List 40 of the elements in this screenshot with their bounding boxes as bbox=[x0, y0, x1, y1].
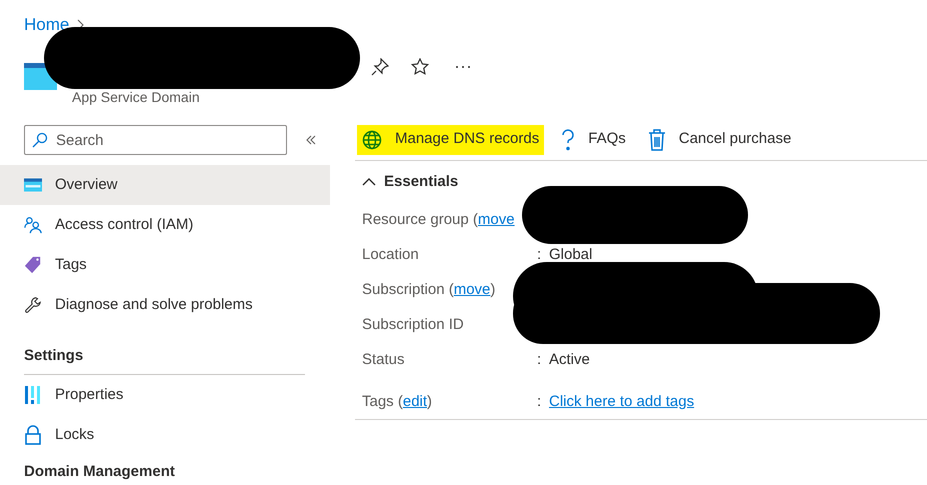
field-label: Tags ( bbox=[362, 392, 403, 412]
field-label: Subscription ( bbox=[362, 280, 454, 300]
nav-item[interactable]: Overview bbox=[0, 165, 330, 205]
globe-icon bbox=[362, 130, 382, 150]
action-link[interactable]: move bbox=[454, 279, 490, 302]
field-label: Status bbox=[362, 350, 405, 370]
add-tags-link[interactable]: Click here to add tags bbox=[549, 390, 694, 414]
resource-type: App Service Domain bbox=[72, 88, 201, 106]
more-icon[interactable] bbox=[455, 65, 471, 69]
section-heading: Settings bbox=[24, 347, 84, 365]
tag-icon bbox=[24, 255, 42, 275]
separator: : bbox=[537, 392, 542, 412]
field-value: Active bbox=[549, 350, 590, 370]
collapse-icon[interactable] bbox=[306, 135, 316, 145]
star-icon[interactable] bbox=[411, 58, 429, 76]
section-title: Essentials bbox=[384, 172, 458, 192]
toolbar-button[interactable]: Manage DNS records bbox=[357, 124, 544, 154]
trash-icon bbox=[648, 128, 666, 150]
field-label: Resource group ( bbox=[362, 210, 478, 230]
action-link[interactable]: move bbox=[478, 209, 515, 232]
section-heading: Domain Management bbox=[24, 463, 175, 481]
lock-icon bbox=[24, 425, 42, 445]
collapse-chevron-icon[interactable] bbox=[362, 178, 376, 186]
field-label: Subscription ID bbox=[362, 315, 464, 336]
wrench-icon bbox=[24, 295, 42, 315]
properties-icon bbox=[24, 385, 42, 405]
field-value: Global bbox=[549, 245, 592, 266]
pin-icon[interactable] bbox=[371, 58, 389, 76]
field-label: Location bbox=[362, 245, 419, 266]
separator: : bbox=[537, 350, 542, 370]
help-icon bbox=[561, 128, 576, 150]
field-label: ) bbox=[427, 392, 432, 412]
www-icon bbox=[24, 177, 42, 193]
search-field[interactable]: Search bbox=[24, 125, 287, 155]
search-icon bbox=[32, 132, 48, 148]
field-label: ) bbox=[490, 280, 496, 300]
action-link[interactable]: edit bbox=[402, 390, 428, 414]
separator: : bbox=[537, 245, 542, 266]
people-icon bbox=[24, 215, 42, 235]
breadcrumb-link[interactable]: Home bbox=[24, 12, 70, 38]
